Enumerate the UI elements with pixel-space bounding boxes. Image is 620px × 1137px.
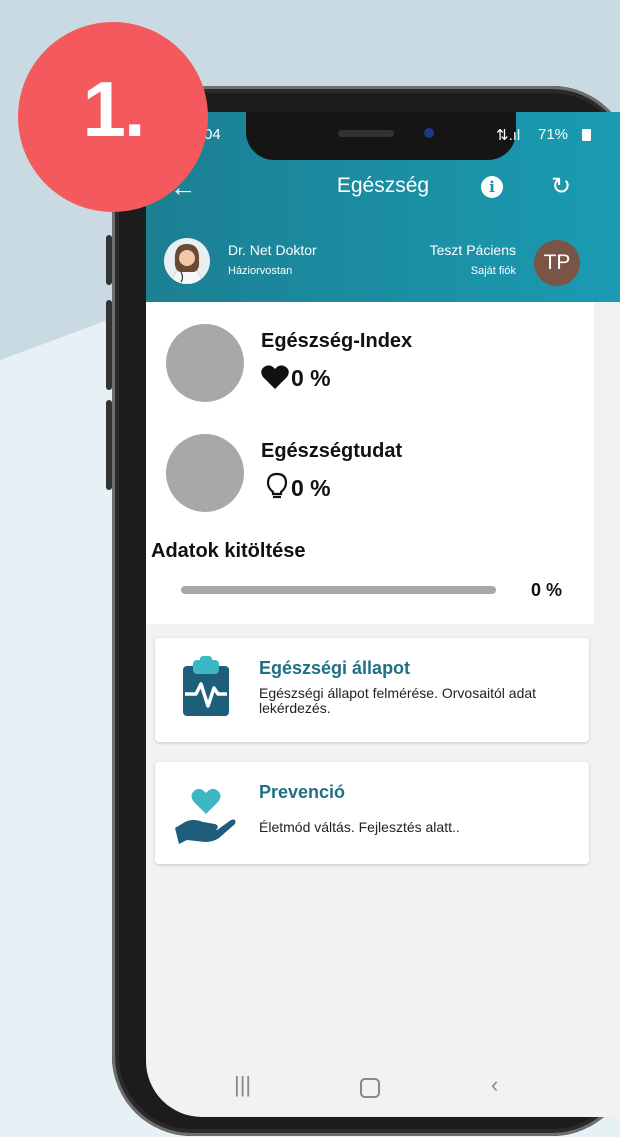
data-fill-value: 0 % [531,580,563,600]
patient-avatar[interactable]: TP [534,240,580,286]
back-nav-icon[interactable]: ‹ [491,1072,498,1098]
doctor-avatar[interactable] [164,238,210,284]
health-awareness-label: Egészségtudat [261,440,403,462]
prevention-title: Prevenció [259,782,346,802]
refresh-icon[interactable]: ↻ [551,172,571,201]
phone-side-button [106,300,112,390]
notch [246,112,516,160]
step-badge: 1. [18,22,208,212]
phone-side-button [106,400,112,490]
battery-icon [582,129,591,141]
health-status-card[interactable]: Egészségi állapot Egészségi állapot felm… [155,638,589,742]
recent-apps-icon[interactable]: ||| [234,1072,251,1098]
hand-heart-icon [173,784,239,846]
prevention-card[interactable]: Prevenció Életmód váltás. Fejlesztés ala… [155,762,589,864]
doctor-role: Háziorvostan [228,265,293,277]
clipboard-pulse-icon [181,656,235,718]
page-title: Egészség [336,174,430,197]
health-index-value: 0 % [291,365,331,391]
signal-icon: ⇅.ıl [496,127,521,144]
health-status-description: Egészségi állapot felmérése. Orvosaitól … [259,685,537,716]
data-fill-progress-bar [181,586,496,594]
info-icon[interactable]: i [481,176,503,198]
doctor-name: Dr. Net Doktor [228,242,317,258]
prevention-description: Életmód váltás. Fejlesztés alatt.. [259,819,460,835]
health-index-chart [166,324,244,402]
heart-icon [261,364,289,395]
lightbulb-icon [266,472,288,505]
battery-level: 71% [538,126,569,143]
patient-account: Saját fiók [470,265,516,277]
toolbar: ← Egészség i ↻ [146,172,620,206]
phone-screen: 04 ⇅.ıl 71% ← Egészség i ↻ Dr. Net Dokto… [146,112,620,1117]
system-nav-bar: ||| ‹ [146,1064,620,1114]
data-fill-title: Adatok kitöltése [151,540,306,562]
health-status-title: Egészségi állapot [259,658,411,678]
health-awareness-chart [166,434,244,512]
health-awareness-value: 0 % [291,475,331,501]
health-index-label: Egészség-Index [261,330,413,352]
phone-side-button [106,235,112,285]
step-number: 1. [82,65,145,153]
home-icon[interactable] [360,1078,380,1098]
patient-name: Teszt Páciens [429,242,516,258]
